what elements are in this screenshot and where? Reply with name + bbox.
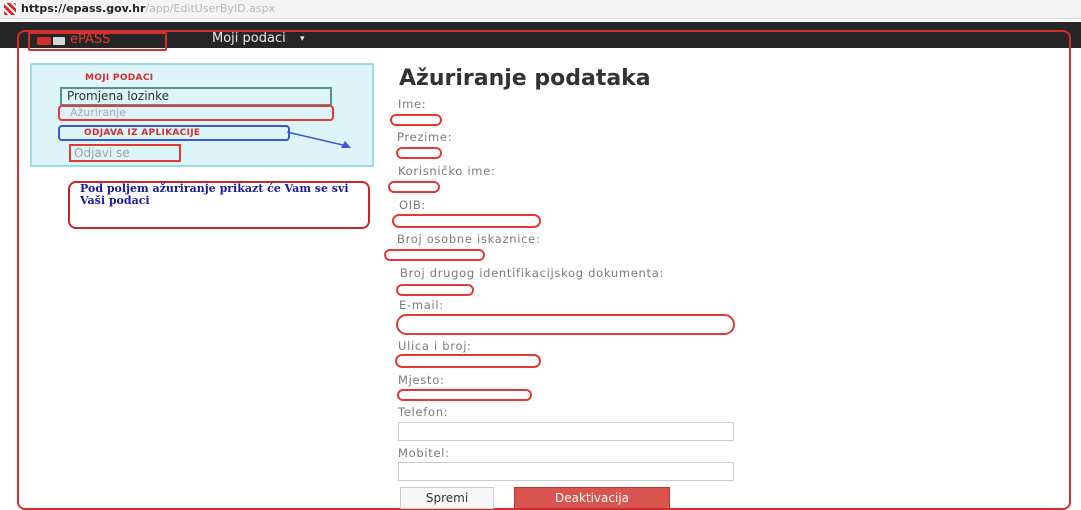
field-label-broj-osobne: Broj osobne iskaznice: (397, 232, 541, 246)
field-label-broj-drugog: Broj drugog identifikacijskog dokumenta: (400, 266, 665, 280)
annotation-callout-text: Pod poljem ažuriranje prikazt će Vam se … (80, 182, 349, 207)
field-label-korisnicko-ime: Korisničko ime: (398, 164, 496, 178)
field-label-email: E-mail: (399, 298, 444, 312)
url-path: /app/EditUserByID.aspx (145, 2, 276, 15)
page-title: Ažuriranje podataka (399, 66, 651, 91)
url-text[interactable]: https://epass.gov.hr/app/EditUserByID.as… (21, 2, 275, 16)
field-label-mjesto: Mjesto: (398, 373, 445, 387)
value-prezime-redacted (396, 147, 442, 159)
value-broj-drugog-redacted (396, 284, 474, 296)
field-label-ime: Ime: (398, 97, 427, 111)
url-host: https://epass.gov.hr (21, 2, 146, 15)
sidebar-item-label[interactable]: Promjena lozinke (67, 88, 169, 104)
sidebar-heading-odjava: ODJAVA IZ APLIKACIJE (84, 128, 201, 138)
value-email-redacted (396, 314, 735, 335)
sidebar-heading-moji-podaci: MOJI PODACI (85, 73, 154, 83)
field-label-oib: OIB: (399, 198, 427, 212)
value-ulica-redacted (395, 354, 541, 368)
field-label-mobitel: Mobitel: (398, 446, 450, 460)
logout-label[interactable]: Odjavi se (74, 146, 130, 160)
mobitel-input[interactable] (398, 462, 734, 481)
value-korisnicko-ime-redacted (388, 181, 440, 193)
deactivate-button[interactable]: Deaktivacija (514, 487, 670, 509)
value-oib-redacted (392, 214, 541, 228)
value-broj-osobne-redacted (384, 249, 485, 261)
telefon-input[interactable] (398, 422, 734, 441)
site-favicon-icon (4, 3, 16, 15)
value-mjesto-redacted (397, 389, 532, 401)
save-button[interactable]: Spremi (400, 487, 494, 509)
sidebar-item-label[interactable]: Ažuriranje (70, 106, 126, 119)
field-label-telefon: Telefon: (398, 405, 449, 419)
field-label-prezime: Prezime: (397, 130, 453, 144)
field-label-ulica: Ulica i broj: (398, 339, 472, 353)
value-ime-redacted (390, 114, 442, 126)
annotation-arrow-icon (286, 131, 351, 148)
